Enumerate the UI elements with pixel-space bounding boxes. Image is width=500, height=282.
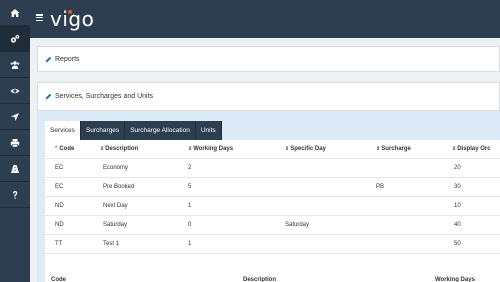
pencil-icon: [45, 93, 52, 100]
tab-units[interactable]: Units: [195, 121, 222, 140]
cell-display-order: 30: [454, 184, 461, 190]
logo-dot: [68, 10, 72, 14]
cell-description: Saturday: [103, 222, 128, 228]
column-header-description[interactable]: ⇕Description: [100, 140, 138, 159]
print-button[interactable]: [0, 130, 30, 156]
column-header-specific-day[interactable]: ⇕Specific Day: [285, 140, 326, 159]
eye-icon: [10, 88, 20, 93]
services-title: Services, Surcharges and Units: [55, 93, 154, 100]
cell-description: Pre Booked: [103, 184, 135, 190]
table-row[interactable]: EC Pre Booked 5 PB 30: [45, 178, 500, 197]
main-content: Reports Services, Surcharges and Units S…: [30, 38, 500, 282]
cell-description: Next Day: [103, 203, 128, 209]
column-header-surcharge[interactable]: ⇕Surcharge: [376, 140, 411, 159]
reports-panel[interactable]: Reports: [37, 46, 500, 72]
cell-description: Economy: [103, 165, 129, 171]
services-table: * Code ⇕Description ⇕Working Days ⇕Specif…: [45, 140, 500, 282]
settings-button[interactable]: [0, 26, 30, 52]
sidebar: [0, 0, 30, 282]
users-button[interactable]: [0, 52, 30, 78]
help-button[interactable]: [0, 182, 30, 208]
users-icon: [10, 60, 20, 69]
cell-code: EC: [55, 165, 64, 171]
cell-description: Test 1: [103, 241, 120, 247]
sort-icon: ⇕: [376, 146, 381, 152]
tab-services[interactable]: Services: [45, 121, 81, 140]
tab-surcharges[interactable]: Surcharges: [80, 121, 126, 140]
menu-toggle-icon[interactable]: [36, 14, 43, 21]
column-header-working-days[interactable]: ⇕Working Days: [188, 140, 233, 159]
sort-icon: ⇕: [452, 146, 457, 152]
sort-icon: ⇕: [188, 146, 193, 152]
app-logo: vigo: [50, 7, 95, 31]
cell-code: TT: [55, 241, 63, 247]
cell-display-order: 50: [454, 241, 461, 247]
footer-code: Code: [51, 277, 66, 282]
required-marker: *: [55, 146, 58, 152]
cell-code: ND: [55, 203, 64, 209]
footer-description: Description: [243, 277, 277, 282]
column-header-code[interactable]: * Code: [55, 140, 74, 159]
services-panel[interactable]: Services, Surcharges and Units: [37, 82, 500, 111]
road-icon: [11, 164, 19, 173]
cell-specific-day: Saturday: [285, 222, 310, 228]
home-icon: [10, 8, 20, 17]
top-bar: vigo: [30, 0, 500, 38]
location-arrow-icon: [11, 112, 19, 121]
cell-code: ND: [55, 222, 64, 228]
view-button[interactable]: [0, 78, 30, 104]
footer-working-days: Working Days: [435, 277, 475, 282]
column-header-display-order[interactable]: ⇕Display Orc: [452, 140, 491, 159]
pencil-icon: [45, 56, 52, 63]
cell-surcharge: PB: [376, 184, 385, 190]
reports-title: Reports: [55, 55, 80, 63]
sort-icon: ⇕: [100, 146, 105, 152]
cogs-icon: [10, 34, 20, 43]
cell-working-days: 1: [188, 241, 192, 247]
cell-working-days: 0: [188, 222, 192, 228]
routes-button[interactable]: [0, 156, 30, 182]
cell-display-order: 40: [454, 222, 461, 228]
table-row[interactable]: ND Next Day 1 10: [45, 197, 500, 216]
sort-icon: ⇕: [285, 146, 290, 152]
tracking-button[interactable]: [0, 104, 30, 130]
table-row[interactable]: EC Economy 2 20: [45, 159, 500, 178]
tab-surcharge-allocation[interactable]: Surcharge Allocation: [125, 121, 196, 140]
home-button[interactable]: [0, 0, 30, 26]
cell-working-days: 1: [188, 203, 192, 209]
cell-working-days: 2: [188, 165, 192, 171]
question-icon: [13, 190, 18, 199]
tab-bar: Services Surcharges Surcharge Allocation…: [45, 121, 222, 140]
table-row[interactable]: TT Test 1 1 50: [45, 235, 500, 254]
table-row[interactable]: ND Saturday 0 Saturday 40: [45, 216, 500, 235]
table-header: * Code ⇕Description ⇕Working Days ⇕Specif…: [45, 140, 500, 159]
cell-working-days: 5: [188, 184, 192, 190]
cell-display-order: 20: [454, 165, 461, 171]
cell-display-order: 10: [454, 203, 461, 209]
table-footer: Code Description Working Days: [45, 271, 500, 282]
print-icon: [10, 138, 20, 147]
cell-code: EC: [55, 184, 64, 190]
tabs-area: Services Surcharges Surcharge Allocation…: [37, 111, 500, 282]
